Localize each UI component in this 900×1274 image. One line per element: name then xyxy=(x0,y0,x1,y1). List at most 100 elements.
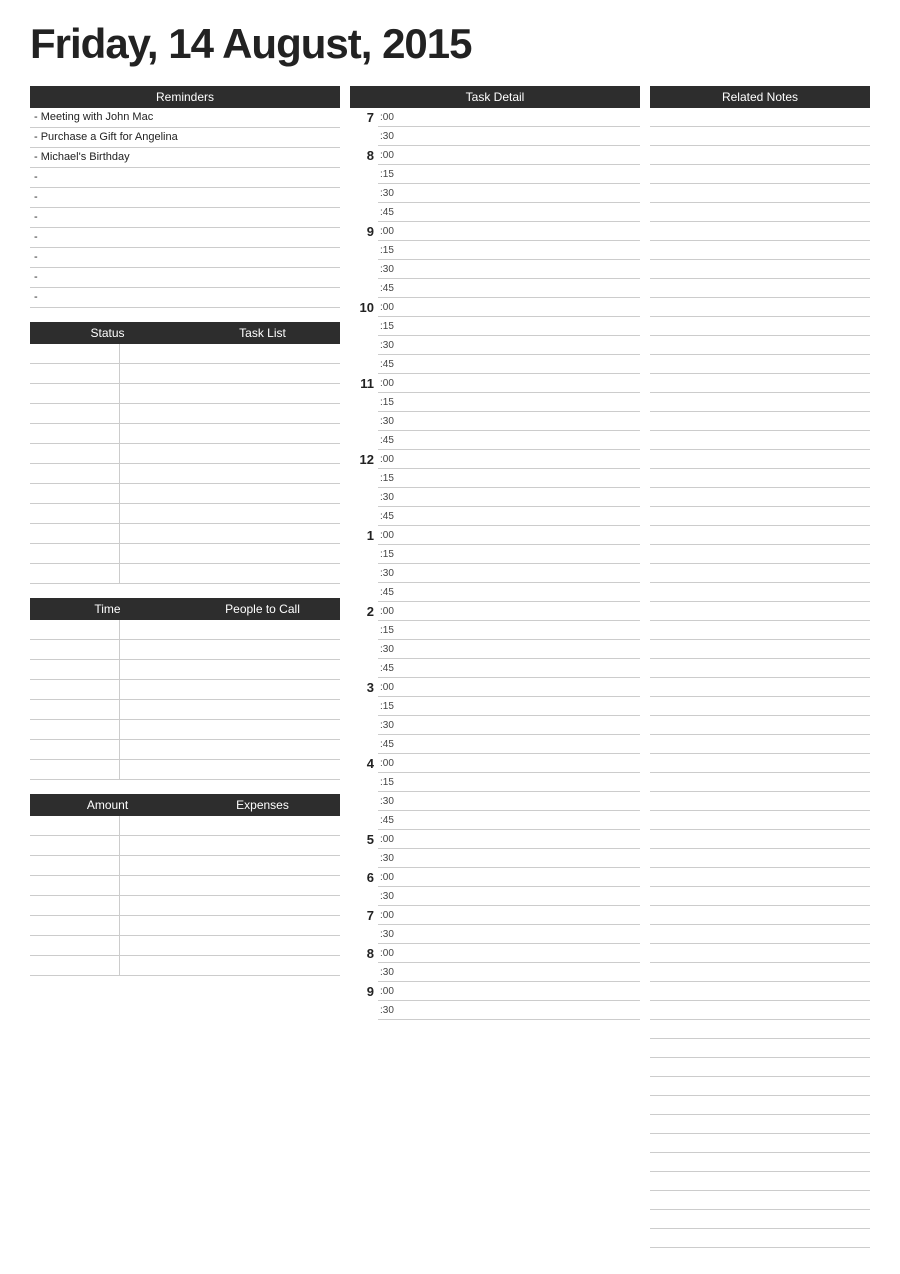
time-slots: :00:15:30:45 xyxy=(378,146,640,222)
time-slot-row: :45 xyxy=(378,279,640,298)
expense-row xyxy=(30,916,340,936)
time-slot-label: :30 xyxy=(378,720,404,731)
time-slot-content xyxy=(404,571,640,575)
time-slot-content xyxy=(404,932,640,936)
time-slot-row: :30 xyxy=(378,925,640,944)
expense-item xyxy=(120,956,340,975)
time-slot-label: :15 xyxy=(378,777,404,788)
time-slots: :00:30 xyxy=(378,906,640,944)
expense-item xyxy=(120,856,340,875)
reminder-row: - xyxy=(30,288,340,308)
time-slot-row: :30 xyxy=(378,716,640,735)
time-slot-label: :45 xyxy=(378,739,404,750)
task-item xyxy=(120,404,340,423)
task-status xyxy=(30,384,120,403)
time-slots: :00:30 xyxy=(378,868,640,906)
expense-item xyxy=(120,876,340,895)
note-row xyxy=(650,716,870,735)
time-slot-row: :30 xyxy=(378,849,640,868)
note-row xyxy=(650,241,870,260)
time-slot-content xyxy=(404,628,640,632)
people-to-call-row xyxy=(30,660,340,680)
time-slot-content xyxy=(404,362,640,366)
note-row xyxy=(650,754,870,773)
note-row xyxy=(650,165,870,184)
call-person xyxy=(120,760,340,779)
reminder-row: - Michael's Birthday xyxy=(30,148,340,168)
note-row xyxy=(650,450,870,469)
people-to-call-row xyxy=(30,620,340,640)
time-slot-content xyxy=(404,723,640,727)
reminders-header: Reminders xyxy=(30,86,340,108)
time-slot-content xyxy=(404,590,640,594)
related-notes-column: Related Notes xyxy=(650,86,870,1248)
note-row xyxy=(650,1020,870,1039)
task-status xyxy=(30,504,120,523)
time-slot-label: :00 xyxy=(378,530,404,541)
expense-row xyxy=(30,956,340,976)
time-slot-label: :00 xyxy=(378,150,404,161)
expense-row xyxy=(30,876,340,896)
call-time xyxy=(30,740,120,759)
time-slot-content xyxy=(404,742,640,746)
time-slot-label: :30 xyxy=(378,492,404,503)
time-slot-label: :30 xyxy=(378,796,404,807)
note-row xyxy=(650,735,870,754)
time-slot-content xyxy=(404,761,640,765)
time-slot-row: :30 xyxy=(378,412,640,431)
time-slot-row: :00 xyxy=(378,678,640,697)
expense-amount xyxy=(30,896,120,915)
time-slot-label: :15 xyxy=(378,397,404,408)
expense-item xyxy=(120,836,340,855)
time-slot-content xyxy=(404,514,640,518)
time-slot-content xyxy=(404,324,640,328)
task-item xyxy=(120,564,340,583)
note-row xyxy=(650,564,870,583)
task-status xyxy=(30,444,120,463)
time-slots: :00:30 xyxy=(378,944,640,982)
time-slot-row: :30 xyxy=(378,963,640,982)
time-slot-row: :30 xyxy=(378,336,640,355)
time-slot-row: :30 xyxy=(378,488,640,507)
task-list-header-row: Status Task List xyxy=(30,322,340,344)
task-status xyxy=(30,404,120,423)
task-list-rows xyxy=(30,344,340,584)
time-slot-label: :30 xyxy=(378,1005,404,1016)
reminder-row: - Purchase a Gift for Angelina xyxy=(30,128,340,148)
task-list-row xyxy=(30,364,340,384)
expense-amount xyxy=(30,876,120,895)
hour-label: 5 xyxy=(350,830,378,847)
time-slot-content xyxy=(404,419,640,423)
task-detail-header: Task Detail xyxy=(350,86,640,108)
time-slot-row: :45 xyxy=(378,355,640,374)
reminders-section: Reminders - Meeting with John Mac- Purch… xyxy=(30,86,340,308)
time-slot-label: :00 xyxy=(378,378,404,389)
time-slot-row: :15 xyxy=(378,697,640,716)
hour-label: 7 xyxy=(350,906,378,923)
time-slot-row: :15 xyxy=(378,241,640,260)
time-slot-label: :45 xyxy=(378,283,404,294)
time-slot-label: :45 xyxy=(378,663,404,674)
time-slot-content xyxy=(404,951,640,955)
reminder-row: - xyxy=(30,268,340,288)
task-list-row xyxy=(30,404,340,424)
hour-label: 8 xyxy=(350,146,378,163)
call-person xyxy=(120,740,340,759)
time-slot-content xyxy=(404,305,640,309)
time-slot-label: :30 xyxy=(378,891,404,902)
reminder-row: - xyxy=(30,208,340,228)
expense-row xyxy=(30,896,340,916)
note-row xyxy=(650,260,870,279)
note-row xyxy=(650,640,870,659)
time-slot-content xyxy=(404,970,640,974)
task-list-row xyxy=(30,464,340,484)
note-row xyxy=(650,203,870,222)
time-slot-row: :00 xyxy=(378,830,640,849)
expenses-header-row: Amount Expenses xyxy=(30,794,340,816)
task-status xyxy=(30,484,120,503)
call-person xyxy=(120,700,340,719)
time-slot-content xyxy=(404,172,640,176)
task-item xyxy=(120,504,340,523)
task-item xyxy=(120,484,340,503)
people-to-call-row xyxy=(30,740,340,760)
